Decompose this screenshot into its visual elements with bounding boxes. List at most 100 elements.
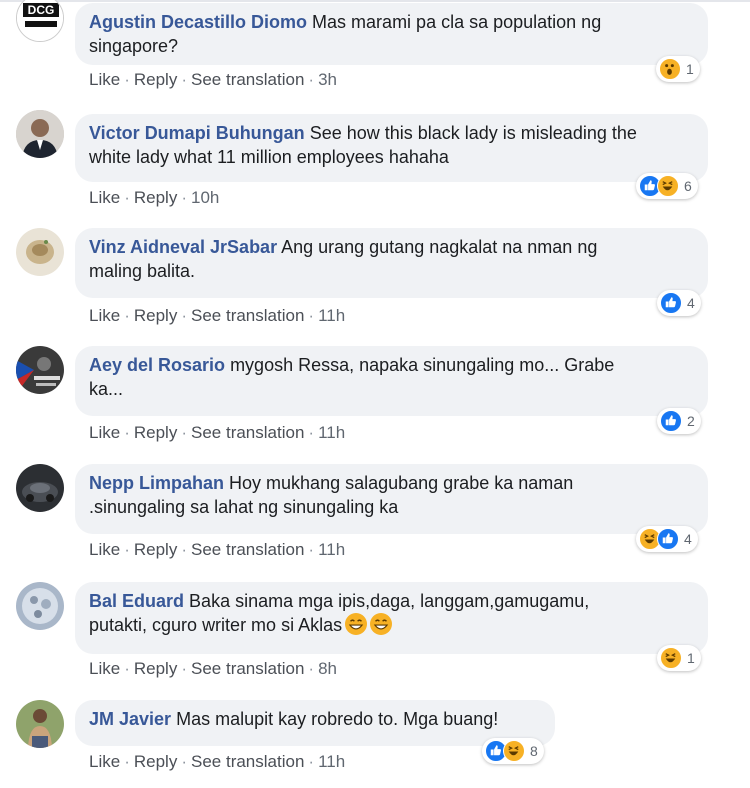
reaction-summary[interactable]: 8 xyxy=(482,738,544,764)
reaction-summary[interactable]: 2 xyxy=(657,408,701,434)
comment-timestamp[interactable]: 11h xyxy=(318,423,345,442)
comment-bubble: Nepp Limpahan Hoy mukhang salagubang gra… xyxy=(75,464,708,534)
see-translation-link[interactable]: See translation xyxy=(191,659,304,678)
reaction-summary[interactable]: 6 xyxy=(636,173,698,199)
comment-author[interactable]: JM Javier xyxy=(89,709,171,729)
like-link[interactable]: Like xyxy=(89,306,120,325)
comment-author[interactable]: Victor Dumapi Buhungan xyxy=(89,123,305,143)
comment-timestamp[interactable]: 11h xyxy=(318,540,345,559)
like-reaction-icon xyxy=(660,410,682,432)
comment-text-line2: maling balita. xyxy=(89,261,196,281)
like-link[interactable]: Like xyxy=(89,70,120,89)
comment-timestamp[interactable]: 3h xyxy=(318,70,337,89)
avatar-photo-icon xyxy=(16,110,64,158)
like-link[interactable]: Like xyxy=(89,752,120,771)
reply-link[interactable]: Reply xyxy=(134,540,177,559)
reply-link[interactable]: Reply xyxy=(134,423,177,442)
comment-item: JM Javier Mas malupit kay robredo to. Mg… xyxy=(0,700,750,788)
comment-author[interactable]: Aey del Rosario xyxy=(89,355,225,375)
comment-bubble: JM Javier Mas malupit kay robredo to. Mg… xyxy=(75,700,555,746)
comment-item: DCG Agustin Decastillo Diomo Mas marami … xyxy=(0,0,750,100)
comment-bubble: Aey del Rosario mygosh Ressa, napaka sin… xyxy=(75,346,708,416)
comment-actions: Like · Reply · See translation · 11h xyxy=(89,423,346,442)
comment-text: Ang urang gutang nagkalat na nman ng xyxy=(281,237,598,257)
avatar-photo-icon xyxy=(16,346,64,394)
haha-reaction-icon xyxy=(503,740,525,762)
svg-text:DCG: DCG xyxy=(28,3,55,17)
comment-bubble: Victor Dumapi Buhungan See how this blac… xyxy=(75,114,708,182)
reaction-summary[interactable]: 4 xyxy=(657,290,701,316)
reaction-count: 4 xyxy=(684,531,692,547)
comment-actions: Like · Reply · See translation · 11h xyxy=(89,306,346,325)
comment-item: Victor Dumapi Buhungan See how this blac… xyxy=(0,110,750,220)
grinning-emoji-icon xyxy=(345,613,368,635)
avatar[interactable] xyxy=(16,110,64,158)
comment-text: Mas malupit kay robredo to. Mga buang! xyxy=(176,709,499,729)
reaction-count: 1 xyxy=(686,61,694,77)
comment-timestamp[interactable]: 11h xyxy=(318,752,345,771)
comment-actions: Like · Reply · See translation · 11h xyxy=(89,540,346,559)
reply-link[interactable]: Reply xyxy=(134,188,177,207)
reaction-summary[interactable]: 1 xyxy=(656,56,700,82)
comment-timestamp[interactable]: 8h xyxy=(318,659,337,678)
like-link[interactable]: Like xyxy=(89,659,120,678)
haha-reaction-icon xyxy=(660,647,682,669)
see-translation-link[interactable]: See translation xyxy=(191,423,304,442)
like-link[interactable]: Like xyxy=(89,540,120,559)
reply-link[interactable]: Reply xyxy=(134,659,177,678)
comment-text: See how this black lady is misleading th… xyxy=(309,123,637,143)
reaction-count: 4 xyxy=(687,295,695,311)
comment-text-line2: singapore? xyxy=(89,36,179,56)
comment-author[interactable]: Vinz Aidneval JrSabar xyxy=(89,237,277,257)
comment-text: Hoy mukhang salagubang grabe ka naman xyxy=(229,473,574,493)
avatar-logo-icon: DCG xyxy=(17,0,63,41)
see-translation-link[interactable]: See translation xyxy=(191,70,304,89)
comment-author[interactable]: Agustin Decastillo Diomo xyxy=(89,12,307,32)
comment-bubble: Vinz Aidneval JrSabar Ang urang gutang n… xyxy=(75,228,708,298)
comment-actions: Like · Reply · See translation · 8h xyxy=(89,659,337,678)
like-link[interactable]: Like xyxy=(89,423,120,442)
comment-text-line2: putakti, cguro writer mo si Aklas xyxy=(89,615,343,635)
see-translation-link[interactable]: See translation xyxy=(191,306,304,325)
reaction-count: 1 xyxy=(687,650,695,666)
avatar-photo-icon xyxy=(16,582,64,630)
comment-timestamp[interactable]: 10h xyxy=(191,188,219,207)
avatar[interactable] xyxy=(16,464,64,512)
haha-reaction-icon xyxy=(657,175,679,197)
comment-timestamp[interactable]: 11h xyxy=(318,306,345,325)
comment-text: Baka sinama mga ipis,daga, langgam,gamug… xyxy=(189,591,590,611)
avatar-photo-icon xyxy=(16,464,64,512)
comment-actions: Like · Reply · See translation · 3h xyxy=(89,70,337,89)
comment-item: Nepp Limpahan Hoy mukhang salagubang gra… xyxy=(0,464,750,574)
avatar[interactable]: DCG xyxy=(16,0,64,42)
reaction-summary[interactable]: 4 xyxy=(636,526,698,552)
comment-text-line2: ka... xyxy=(89,379,124,399)
see-translation-link[interactable]: See translation xyxy=(191,540,304,559)
grinning-emoji-icon xyxy=(370,613,393,635)
comment-text-line2: .sinungaling sa lahat ng sinungaling ka xyxy=(89,497,399,517)
like-link[interactable]: Like xyxy=(89,188,120,207)
comment-text-line2: white lady what 11 million employees hah… xyxy=(89,147,449,167)
comment-text: mygosh Ressa, napaka sinungaling mo... G… xyxy=(230,355,615,375)
avatar-photo-icon xyxy=(16,228,64,276)
reply-link[interactable]: Reply xyxy=(134,306,177,325)
comment-author[interactable]: Nepp Limpahan xyxy=(89,473,224,493)
reply-link[interactable]: Reply xyxy=(134,70,177,89)
avatar[interactable] xyxy=(16,700,64,748)
see-translation-link[interactable]: See translation xyxy=(191,752,304,771)
comment-text: Mas marami pa cla sa population ng xyxy=(312,12,602,32)
avatar[interactable] xyxy=(16,582,64,630)
reaction-summary[interactable]: 1 xyxy=(657,645,701,671)
comment-author[interactable]: Bal Eduard xyxy=(89,591,184,611)
comment-actions: Like · Reply · 10h xyxy=(89,188,220,207)
reaction-count: 8 xyxy=(530,743,538,759)
avatar[interactable] xyxy=(16,346,64,394)
wow-reaction-icon xyxy=(659,58,681,80)
comment-item: Vinz Aidneval JrSabar Ang urang gutang n… xyxy=(0,228,750,338)
avatar[interactable] xyxy=(16,228,64,276)
reaction-count: 2 xyxy=(687,413,695,429)
avatar-photo-icon xyxy=(16,700,64,748)
like-reaction-icon xyxy=(657,528,679,550)
like-reaction-icon xyxy=(660,292,682,314)
reply-link[interactable]: Reply xyxy=(134,752,177,771)
